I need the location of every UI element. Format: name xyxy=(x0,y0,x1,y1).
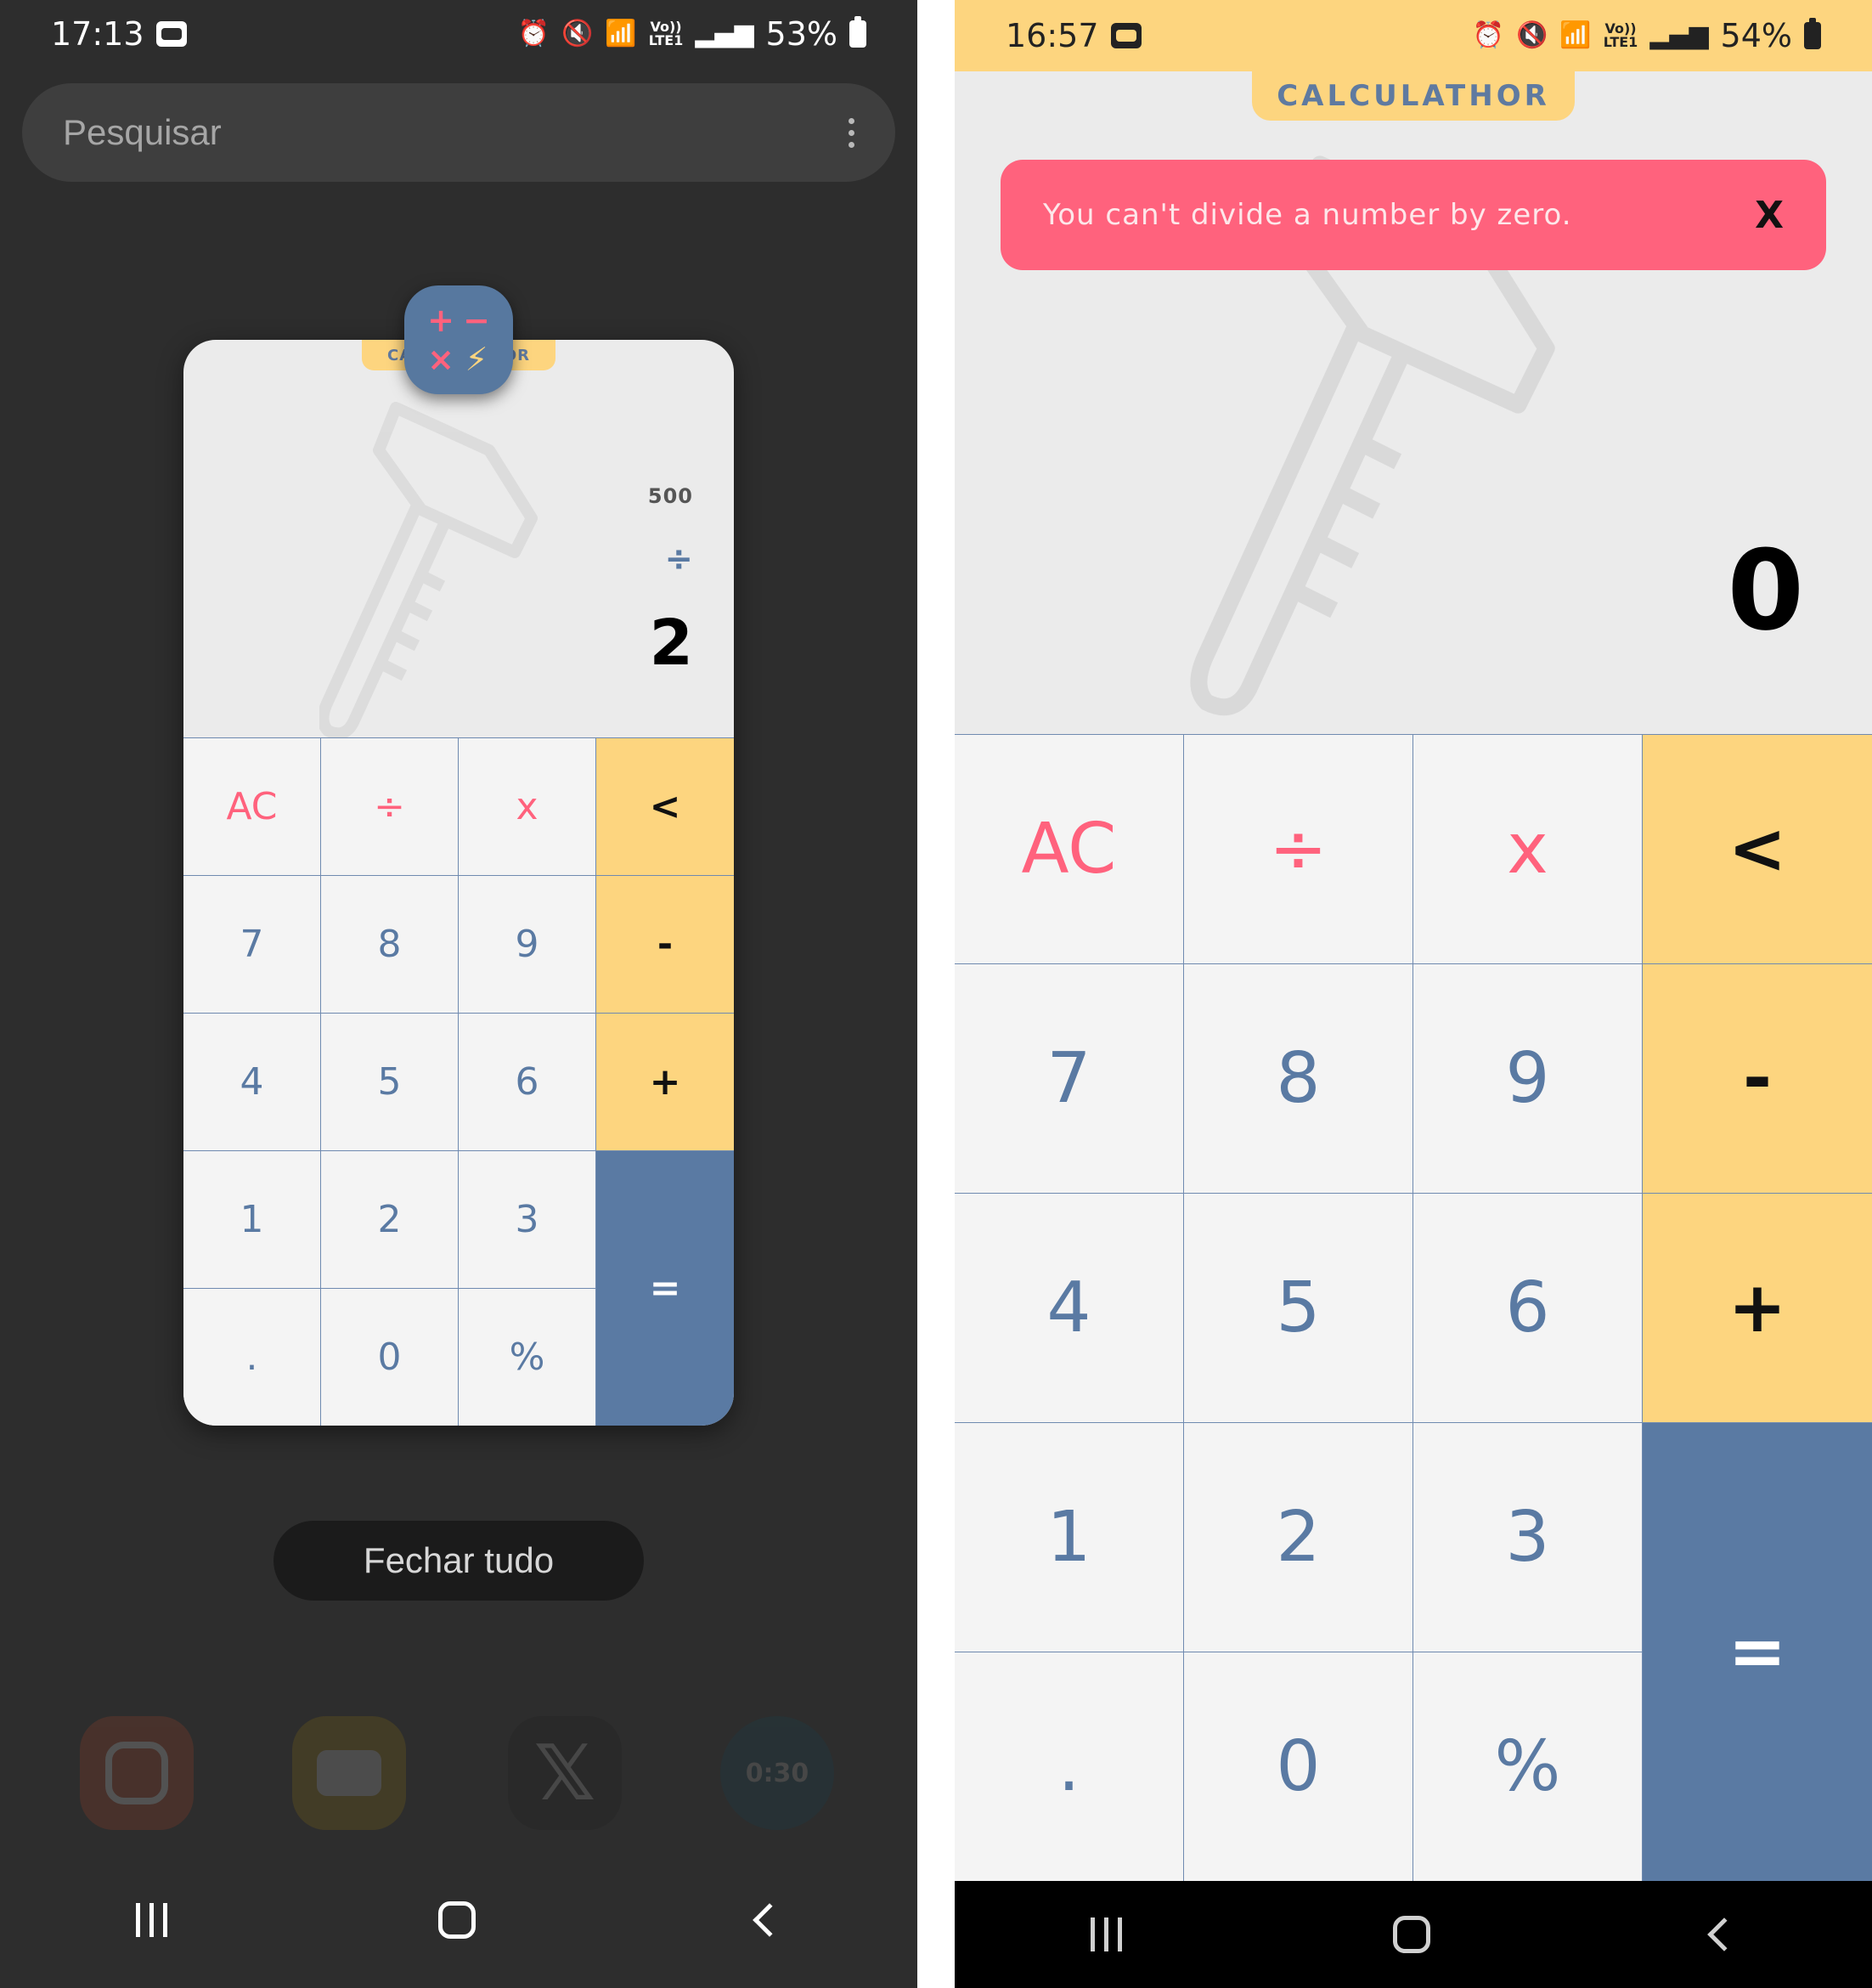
error-message: You can't divide a number by zero. xyxy=(1043,198,1572,232)
key-backspace[interactable]: < xyxy=(1643,734,1872,963)
key-3[interactable]: 3 xyxy=(1413,1422,1643,1652)
wifi-icon: 📶 xyxy=(1559,20,1592,50)
wifi-icon: 📶 xyxy=(605,19,637,48)
key-decimal[interactable]: . xyxy=(955,1652,1184,1881)
youtube-icon[interactable] xyxy=(292,1716,406,1830)
key-minus[interactable]: - xyxy=(1643,963,1872,1193)
key-4[interactable]: 4 xyxy=(955,1193,1184,1422)
nav-bar xyxy=(0,1852,917,1988)
key-plus[interactable]: + xyxy=(1643,1193,1872,1422)
instagram-icon[interactable] xyxy=(80,1716,194,1830)
app-icon-bolt: ⚡ xyxy=(465,341,488,378)
lte-indicator: Vo)) LTE1 xyxy=(1603,20,1638,50)
key-6[interactable]: 6 xyxy=(1413,1193,1643,1422)
key-equals[interactable]: = xyxy=(596,1150,734,1426)
result-display: 0 xyxy=(1727,526,1804,655)
key-divide[interactable]: ÷ xyxy=(321,737,459,875)
key-3[interactable]: 3 xyxy=(459,1150,596,1288)
key-equals[interactable]: = xyxy=(1643,1422,1872,1881)
key-backspace[interactable]: < xyxy=(596,737,734,875)
status-time: 17:13 xyxy=(51,15,144,53)
nav-bar xyxy=(955,1881,1872,1988)
key-8[interactable]: 8 xyxy=(321,875,459,1013)
toast-close-button[interactable]: X xyxy=(1755,194,1784,237)
close-all-button[interactable]: Fechar tudo xyxy=(273,1521,644,1601)
signal-icon: ▂▄▆ xyxy=(695,19,754,48)
app-icon-minus: − xyxy=(463,302,490,339)
mute-icon: 🔇 xyxy=(561,19,594,48)
key-4[interactable]: 4 xyxy=(183,1013,321,1150)
keypad: AC ÷ x < 7 8 9 - 4 5 6 + 1 2 3 = . 0 % xyxy=(955,734,1872,1881)
key-multiply[interactable]: x xyxy=(1413,734,1643,963)
dock-suggestions: 𝕏 0:30 xyxy=(0,1716,917,1835)
alarm-icon: ⏰ xyxy=(517,19,550,48)
error-toast: You can't divide a number by zero. X xyxy=(1001,160,1826,270)
key-8[interactable]: 8 xyxy=(1184,963,1413,1193)
key-7[interactable]: 7 xyxy=(955,963,1184,1193)
key-0[interactable]: 0 xyxy=(321,1288,459,1426)
recents-screen: 17:13 ⏰ 🔇 📶 Vo)) LTE1 ▂▄▆ 53% Pesquisar … xyxy=(0,0,917,1988)
key-1[interactable]: 1 xyxy=(183,1150,321,1288)
key-9[interactable]: 9 xyxy=(1413,963,1643,1193)
key-6[interactable]: 6 xyxy=(459,1013,596,1150)
voicemail-icon xyxy=(1110,23,1142,48)
lte-indicator: Vo)) LTE1 xyxy=(648,19,684,48)
home-nav-icon[interactable] xyxy=(438,1901,476,1939)
alarm-icon: ⏰ xyxy=(1472,20,1505,50)
recents-nav-icon[interactable] xyxy=(135,1903,167,1937)
battery-icon xyxy=(1804,18,1821,49)
voicemail-icon xyxy=(155,21,187,47)
operator-display: ÷ xyxy=(664,539,693,579)
hammer-watermark-icon xyxy=(319,402,538,740)
key-2[interactable]: 2 xyxy=(321,1150,459,1288)
mute-icon: 🔇 xyxy=(1516,20,1548,50)
key-2[interactable]: 2 xyxy=(1184,1422,1413,1652)
recents-nav-icon[interactable] xyxy=(1090,1917,1122,1951)
app-title: CALCULATHOR xyxy=(1252,71,1575,121)
calculator-app-icon[interactable]: + − × ⚡ xyxy=(404,285,513,394)
signal-icon: ▂▄▆ xyxy=(1649,20,1709,50)
home-nav-icon[interactable] xyxy=(1393,1916,1431,1953)
recent-app-card[interactable]: CA OR 500 ÷ 2 AC ÷ x < 7 8 9 - 4 5 6 + 1… xyxy=(183,340,734,1426)
key-0[interactable]: 0 xyxy=(1184,1652,1413,1881)
calculator-screen: 16:57 ⏰ 🔇 📶 Vo)) LTE1 ▂▄▆ 54% CALCULATHO… xyxy=(955,0,1872,1988)
keypad: AC ÷ x < 7 8 9 - 4 5 6 + 1 2 3 = . 0 % xyxy=(183,737,734,1426)
app-icon-times: × xyxy=(427,341,454,378)
back-nav-icon[interactable] xyxy=(1707,1917,1741,1951)
key-percent[interactable]: % xyxy=(459,1288,596,1426)
status-time: 16:57 xyxy=(1006,17,1099,54)
timer-icon[interactable]: 0:30 xyxy=(720,1716,834,1830)
status-bar: 17:13 ⏰ 🔇 📶 Vo)) LTE1 ▂▄▆ 53% xyxy=(0,0,917,68)
back-nav-icon[interactable] xyxy=(753,1903,787,1937)
key-1[interactable]: 1 xyxy=(955,1422,1184,1652)
battery-percent: 54% xyxy=(1720,17,1792,54)
key-5[interactable]: 5 xyxy=(321,1013,459,1150)
app-icon-plus: + xyxy=(427,302,454,339)
recents-search-bar[interactable]: Pesquisar xyxy=(22,83,895,182)
x-icon[interactable]: 𝕏 xyxy=(508,1716,622,1830)
key-ac[interactable]: AC xyxy=(955,734,1184,963)
key-percent[interactable]: % xyxy=(1413,1652,1643,1881)
current-operand: 2 xyxy=(649,607,694,680)
search-placeholder: Pesquisar xyxy=(63,112,222,152)
key-plus[interactable]: + xyxy=(596,1013,734,1150)
status-bar: 16:57 ⏰ 🔇 📶 Vo)) LTE1 ▂▄▆ 54% xyxy=(955,0,1872,71)
previous-operand: 500 xyxy=(647,484,693,508)
timer-label: 0:30 xyxy=(745,1758,809,1788)
key-decimal[interactable]: . xyxy=(183,1288,321,1426)
battery-icon xyxy=(849,16,866,48)
key-ac[interactable]: AC xyxy=(183,737,321,875)
key-9[interactable]: 9 xyxy=(459,875,596,1013)
key-minus[interactable]: - xyxy=(596,875,734,1013)
key-multiply[interactable]: x xyxy=(459,737,596,875)
more-options-icon[interactable] xyxy=(849,117,854,148)
key-5[interactable]: 5 xyxy=(1184,1193,1413,1422)
key-7[interactable]: 7 xyxy=(183,875,321,1013)
battery-percent: 53% xyxy=(765,15,837,53)
key-divide[interactable]: ÷ xyxy=(1184,734,1413,963)
